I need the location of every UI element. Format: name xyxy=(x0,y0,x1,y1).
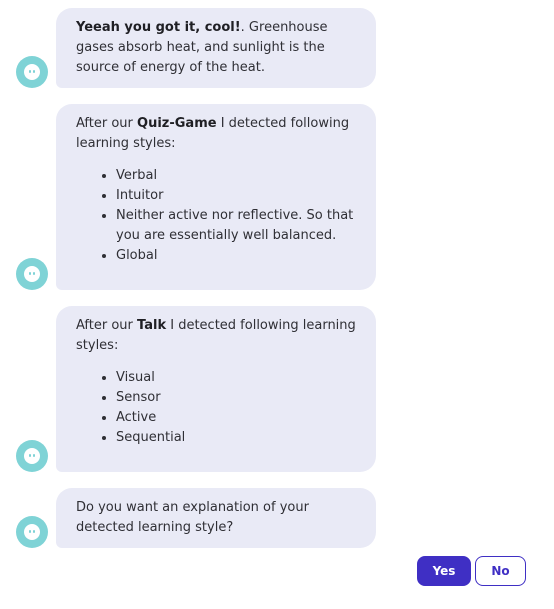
list-item: Intuitor xyxy=(116,186,356,206)
bot-avatar-icon xyxy=(16,440,48,472)
learning-styles-list: Verbal Intuitor Neither active nor refle… xyxy=(76,166,356,266)
list-item: Verbal xyxy=(116,166,356,186)
bot-avatar-icon xyxy=(16,258,48,290)
yes-button[interactable]: Yes xyxy=(417,556,471,586)
message-bubble: Yeeah you got it, cool!. Greenhouse gase… xyxy=(56,8,376,88)
list-item: Active xyxy=(116,408,356,428)
message-text: After our Talk I detected following lear… xyxy=(76,316,356,356)
list-item: Neither active nor reflective. So that y… xyxy=(116,206,356,246)
message-text: After our Quiz-Game I detected following… xyxy=(76,114,356,154)
message-bold-text: Quiz-Game xyxy=(137,116,217,131)
message-bold-text: Yeeah you got it, cool! xyxy=(76,20,241,35)
message-text: Yeeah you got it, cool!. Greenhouse gase… xyxy=(76,18,356,78)
bot-avatar-icon xyxy=(16,56,48,88)
bot-avatar-icon xyxy=(16,516,48,548)
message-bold-text: Talk xyxy=(137,318,167,333)
list-item: Visual xyxy=(116,368,356,388)
no-button[interactable]: No xyxy=(475,556,526,586)
learning-styles-list: Visual Sensor Active Sequential xyxy=(76,368,356,448)
message-text: Do you want an explanation of your detec… xyxy=(76,500,309,535)
message-prefix: After our xyxy=(76,318,138,333)
message-bubble: Do you want an explanation of your detec… xyxy=(56,488,376,548)
message-bubble: After our Quiz-Game I detected following… xyxy=(56,104,376,290)
list-item: Sequential xyxy=(116,428,356,448)
message-prefix: After our xyxy=(76,116,138,131)
message-bubble: After our Talk I detected following lear… xyxy=(56,306,376,472)
list-item: Global xyxy=(116,246,356,266)
list-item: Sensor xyxy=(116,388,356,408)
